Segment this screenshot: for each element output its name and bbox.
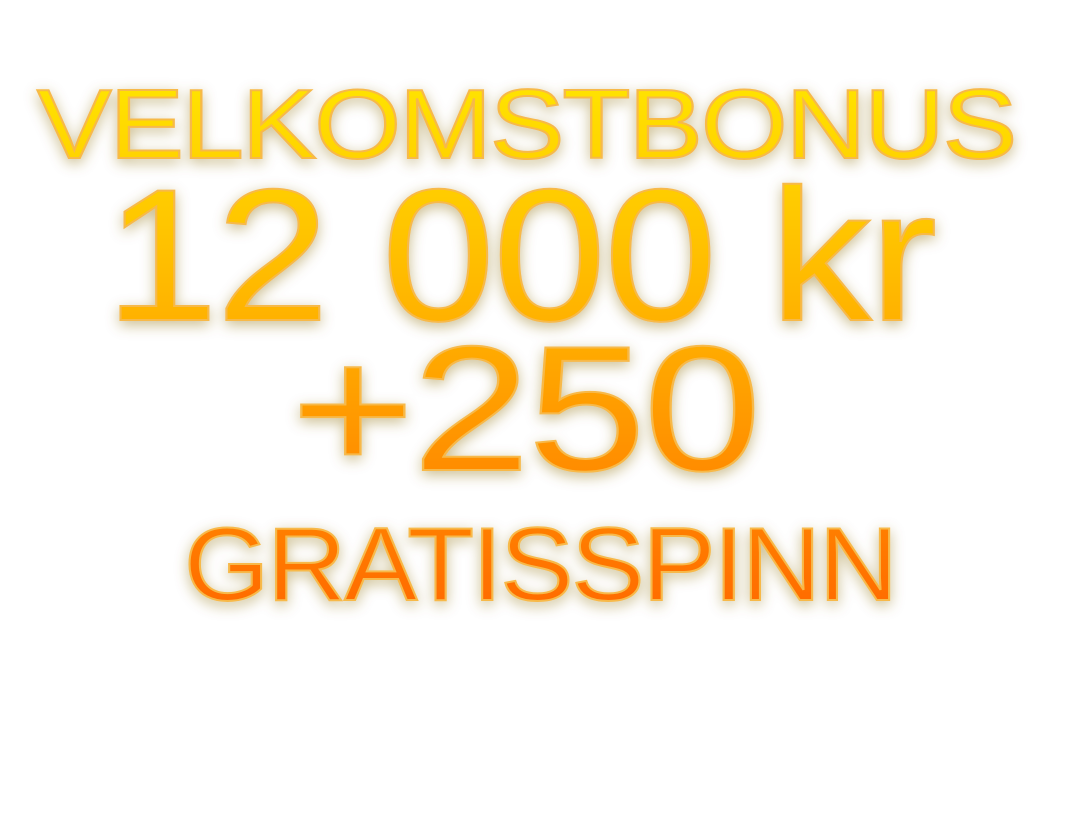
welcome-bonus-banner: VELKOMSTBONUS 12 000 kr +250 GRATISSPINN [0, 0, 1080, 834]
spins-label-text: GRATISSPINN [184, 507, 896, 623]
spins-count-text: +250 [291, 309, 759, 508]
bonus-text-graphic: VELKOMSTBONUS 12 000 kr +250 GRATISSPINN [36, 68, 1018, 624]
